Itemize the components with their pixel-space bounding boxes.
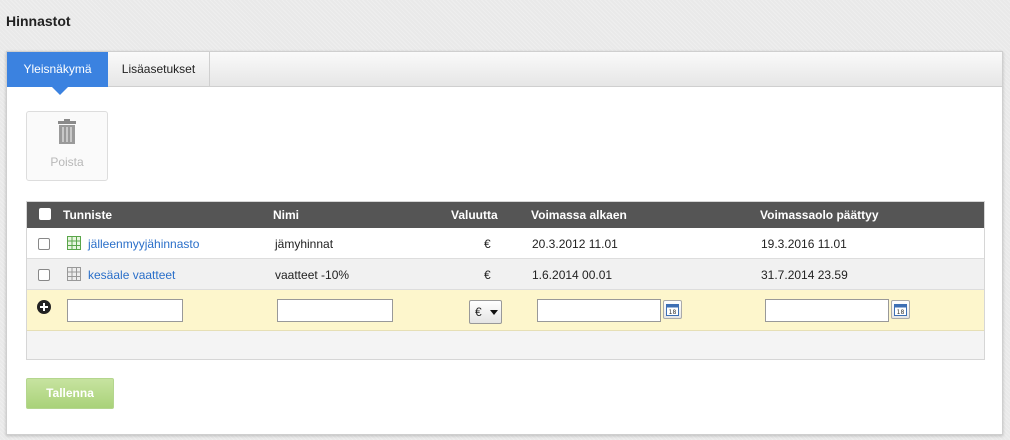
pricelist-active-icon xyxy=(67,236,81,250)
chevron-down-icon xyxy=(490,310,498,315)
save-button[interactable]: Tallenna xyxy=(26,378,114,409)
row-name: jämyhinnat xyxy=(275,237,334,251)
row-currency: € xyxy=(484,268,491,282)
pricelist-inactive-icon xyxy=(67,267,81,281)
tab-advanced-settings[interactable]: Lisäasetukset xyxy=(108,52,210,87)
calendar-icon[interactable]: 18 xyxy=(891,300,910,319)
main-panel: Yleisnäkymä Lisäasetukset Poista Tunnist… xyxy=(6,51,1003,435)
new-name-input[interactable] xyxy=(277,299,393,322)
delete-button-label: Poista xyxy=(50,155,84,169)
column-header-valid-to[interactable]: Voimassaolo päättyy xyxy=(760,208,879,222)
row-id-link[interactable]: jälleenmyyjähinnasto xyxy=(88,237,199,251)
trash-icon xyxy=(58,119,76,144)
new-row: € 18 18 xyxy=(27,290,984,331)
row-checkbox[interactable] xyxy=(38,238,50,250)
row-valid-from: 20.3.2012 11.01 xyxy=(532,237,618,251)
page-title: Hinnastot xyxy=(6,13,71,29)
row-id-link[interactable]: kesäale vaatteet xyxy=(88,268,175,282)
column-header-currency[interactable]: Valuutta xyxy=(451,208,498,222)
column-header-valid-from[interactable]: Voimassa alkaen xyxy=(531,208,627,222)
table-header: Tunniste Nimi Valuutta Voimassa alkaen V… xyxy=(27,202,984,228)
currency-select[interactable]: € xyxy=(469,300,502,324)
valid-from-input[interactable] xyxy=(537,299,661,322)
table-row[interactable]: jälleenmyyjähinnasto jämyhinnat € 20.3.2… xyxy=(27,228,984,259)
column-header-id[interactable]: Tunniste xyxy=(63,208,112,222)
row-currency: € xyxy=(484,237,491,251)
row-checkbox[interactable] xyxy=(38,269,50,281)
calendar-icon[interactable]: 18 xyxy=(663,300,682,319)
delete-button[interactable]: Poista xyxy=(26,111,108,181)
svg-text:18: 18 xyxy=(897,309,905,316)
svg-text:18: 18 xyxy=(669,309,677,316)
row-valid-from: 1.6.2014 00.01 xyxy=(532,268,613,282)
row-name: vaatteet -10% xyxy=(275,268,350,282)
add-row-icon[interactable] xyxy=(37,300,51,314)
select-all-checkbox[interactable] xyxy=(39,208,51,220)
tab-bar: Yleisnäkymä Lisäasetukset xyxy=(7,52,1002,95)
new-id-input[interactable] xyxy=(67,299,183,322)
table-row[interactable]: kesäale vaatteet vaatteet -10% € 1.6.201… xyxy=(27,259,984,290)
tab-overview[interactable]: Yleisnäkymä xyxy=(7,52,108,95)
row-valid-to: 19.3.2016 11.01 xyxy=(761,237,847,251)
valid-to-input[interactable] xyxy=(765,299,889,322)
row-valid-to: 31.7.2014 23.59 xyxy=(761,268,848,282)
price-list-table: Tunniste Nimi Valuutta Voimassa alkaen V… xyxy=(26,201,985,360)
column-header-name[interactable]: Nimi xyxy=(273,208,299,222)
currency-select-value: € xyxy=(475,305,482,319)
